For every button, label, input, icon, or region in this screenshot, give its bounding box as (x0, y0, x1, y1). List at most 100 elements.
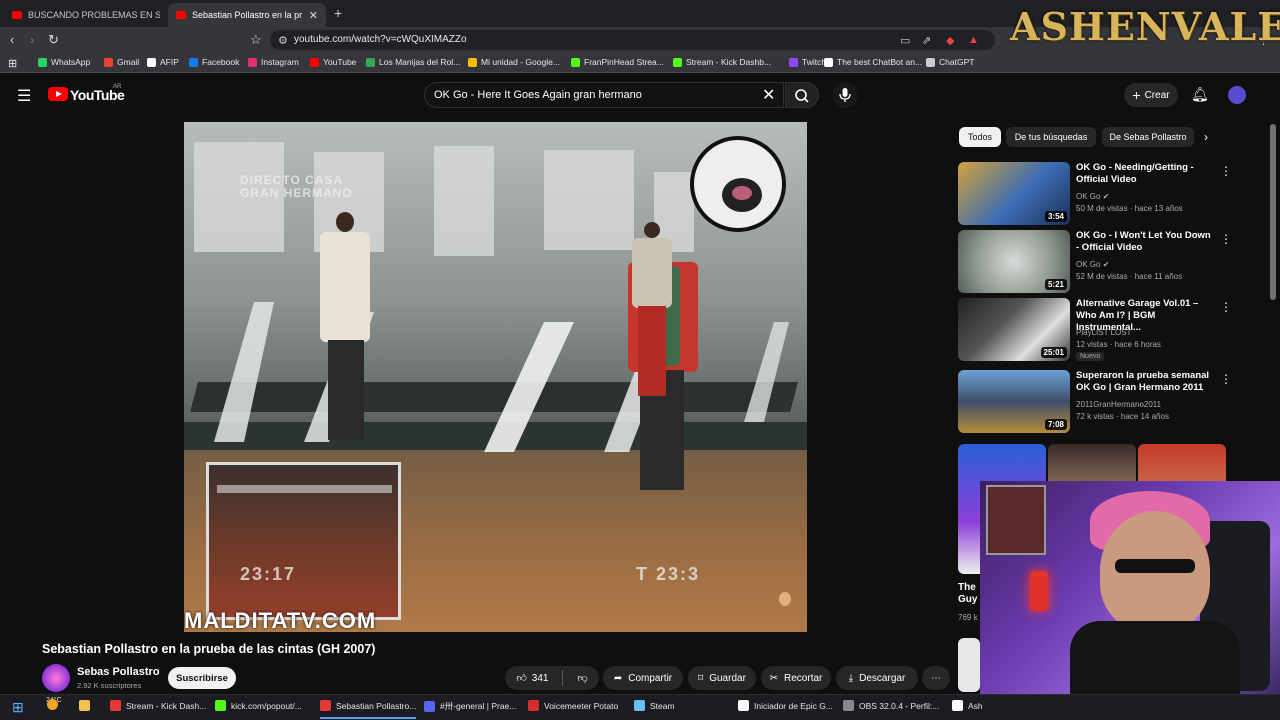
bookmark-item[interactable]: Gmail (104, 57, 139, 67)
video-thumbnail[interactable]: 25:01 (958, 298, 1070, 361)
close-tab-icon[interactable]: ✕ (309, 9, 318, 22)
taskbar-label: Ash (968, 700, 983, 711)
url-text[interactable]: youtube.com/watch?v=cWQuXIMAZZo (294, 34, 467, 45)
bookmark-label: WhatsApp (51, 57, 91, 67)
bookmark-item[interactable]: Twitch (789, 57, 826, 67)
verified-icon: ✔ (1102, 192, 1110, 201)
reload-icon[interactable]: ↻ (48, 32, 59, 48)
create-button[interactable]: + Crear (1124, 83, 1178, 107)
duration-badge: 5:21 (1044, 279, 1067, 290)
shorts-thumbnail[interactable] (958, 638, 980, 692)
bookmark-item[interactable]: Mi unidad - Google... (468, 57, 560, 67)
recommendation-item[interactable]: 5:21 OK Go - I Won't Let You Down - Offi… (958, 230, 1248, 294)
windows-start-icon[interactable]: ⊞ (12, 699, 24, 716)
search-query[interactable]: OK Go - Here It Goes Again gran hermano (434, 89, 642, 101)
bookmark-label: Instagram (261, 57, 299, 67)
taskbar-item[interactable]: OBS 32.0.4 - Perfil:... (843, 700, 939, 711)
bookmark-item[interactable]: WhatsApp (38, 57, 90, 67)
dislike-button[interactable]: 👎︎ (569, 672, 595, 684)
share-button[interactable]: ➦ Compartir (603, 666, 683, 690)
video-thumbnail[interactable]: 5:21 (958, 230, 1070, 293)
chip-from-channel[interactable]: De Sebas Pollastro (1102, 127, 1194, 147)
download-button[interactable]: ⤓ Descargar (836, 666, 918, 690)
taskbar-item[interactable]: Stream - Kick Dash... (110, 700, 206, 711)
browser-tab-active[interactable]: Sebastian Pollastro en la prue ✕ (168, 3, 326, 27)
more-vertical-icon[interactable]: ⋮ (1220, 300, 1232, 314)
taskbar-label: #卅-general | Prae... (440, 701, 517, 711)
bookmark-item[interactable]: Instagram (248, 57, 299, 67)
chevron-right-icon[interactable]: › (1204, 130, 1208, 144)
voice-search-button[interactable] (832, 82, 858, 108)
taskbar-item[interactable]: Voicemeeter Potato (528, 700, 618, 711)
notifications-bell-icon[interactable]: 🔔︎ (1191, 86, 1209, 103)
clip-button[interactable]: ✂ Recortar (761, 666, 831, 690)
bookmark-item[interactable]: FranPinHead Strea... (571, 57, 664, 67)
like-button[interactable]: 👍︎ 341 (508, 672, 548, 685)
weather-icon[interactable] (47, 699, 63, 710)
clear-search-icon[interactable]: ✕ (762, 85, 775, 105)
search-button[interactable] (785, 82, 819, 108)
taskbar-item[interactable]: Iniciador de Epic G... (738, 700, 833, 711)
bookmark-item[interactable]: The best ChatBot an... (824, 57, 922, 67)
search-icon (795, 89, 809, 103)
bookmark-star-icon[interactable]: ☆ (250, 32, 262, 48)
video-player[interactable]: DIRECTO CASA GRAN HERMANO 23:17 T 23:3 M… (184, 122, 807, 632)
taskbar-item[interactable]: kick.com/popout/... (215, 700, 302, 711)
scrollbar[interactable] (1270, 124, 1276, 300)
file-explorer-icon[interactable] (79, 700, 95, 711)
recommendation-item[interactable]: 7:08 Superaron la prueba semanal OK Go |… (958, 370, 1248, 434)
bookmark-favicon-icon (38, 57, 47, 67)
apps-grid-icon[interactable]: ⊞ (8, 57, 17, 70)
recommendation-title[interactable]: Superaron la prueba semanal OK Go | Gran… (1076, 370, 1214, 394)
taskbar-label: OBS 32.0.4 - Perfil:... (859, 700, 940, 711)
channel-name[interactable]: Sebas Pollastro (77, 666, 160, 678)
bookmark-item[interactable]: Stream - Kick Dashb... (673, 57, 771, 67)
youtube-logo-icon[interactable] (48, 87, 68, 101)
shorts-title-fragment[interactable]: The Guy (958, 582, 977, 606)
chip-from-searches[interactable]: De tus búsquedas (1006, 127, 1096, 147)
browser-tab[interactable]: BUSCANDO PROBLEMAS EN SHANG (4, 3, 160, 27)
extension-brave-icon[interactable]: ◆ (946, 34, 954, 47)
site-info-icon[interactable]: ⚙ (278, 34, 288, 47)
bookmark-item[interactable]: AFIP (147, 57, 179, 67)
taskbar-item[interactable]: Sebastian Pollastro... (320, 700, 417, 719)
save-button[interactable]: ⌑ Guardar (688, 666, 756, 690)
bookmark-favicon-icon (673, 57, 682, 67)
bookmark-item[interactable]: Los Manijas del Rol... (366, 57, 460, 67)
bookmark-item[interactable]: ChatGPT (926, 57, 974, 67)
taskbar-item[interactable]: Ash (952, 700, 983, 711)
menu-icon[interactable]: ☰ (17, 86, 31, 106)
video-thumbnail[interactable]: 3:54 (958, 162, 1070, 225)
taskbar-app-icon (320, 700, 331, 711)
extension-alert-icon[interactable]: ▲ (968, 34, 979, 46)
taskbar-app-icon (843, 700, 854, 711)
taskbar-item[interactable]: #卅-general | Prae... (424, 700, 516, 712)
bookmark-item[interactable]: YouTube (310, 57, 356, 67)
recommendation-item[interactable]: 3:54 OK Go - Needing/Getting - Official … (958, 162, 1248, 226)
channel-avatar[interactable] (42, 664, 70, 692)
account-avatar[interactable] (1228, 86, 1246, 104)
video-thumbnail[interactable]: 7:08 (958, 370, 1070, 433)
back-icon[interactable]: ‹ (10, 32, 14, 47)
taskbar-item[interactable]: Steam (634, 700, 675, 711)
more-actions-button[interactable]: ⋯ (922, 666, 950, 690)
recommendation-title[interactable]: OK Go - Needing/Getting - Official Video (1076, 162, 1214, 186)
more-vertical-icon[interactable]: ⋮ (1220, 372, 1232, 386)
bookmark-item[interactable]: Facebook (189, 57, 239, 67)
more-vertical-icon[interactable]: ⋮ (1220, 164, 1232, 178)
taskbar-app-icon (634, 700, 645, 711)
cast-icon[interactable]: ▭ (900, 34, 910, 47)
new-tab-icon[interactable]: + (334, 5, 342, 21)
forward-icon[interactable]: › (30, 32, 34, 47)
subscribe-button[interactable]: Suscribirse (168, 667, 236, 689)
share-arrow-icon: ➦ (613, 672, 623, 684)
bookmark-favicon-icon (104, 57, 113, 67)
taskbar-label: Iniciador de Epic G... (754, 700, 833, 711)
chip-todos[interactable]: Todos (959, 127, 1001, 147)
bookmark-label: Stream - Kick Dashb... (686, 57, 772, 67)
bookmark-favicon-icon (824, 57, 833, 67)
share-icon[interactable]: ⇗ (922, 34, 931, 47)
recommendation-title[interactable]: OK Go - I Won't Let You Down - Official … (1076, 230, 1214, 254)
more-vertical-icon[interactable]: ⋮ (1220, 232, 1232, 246)
recommendation-item[interactable]: 25:01 Alternative Garage Vol.01 – Who Am… (958, 298, 1248, 362)
